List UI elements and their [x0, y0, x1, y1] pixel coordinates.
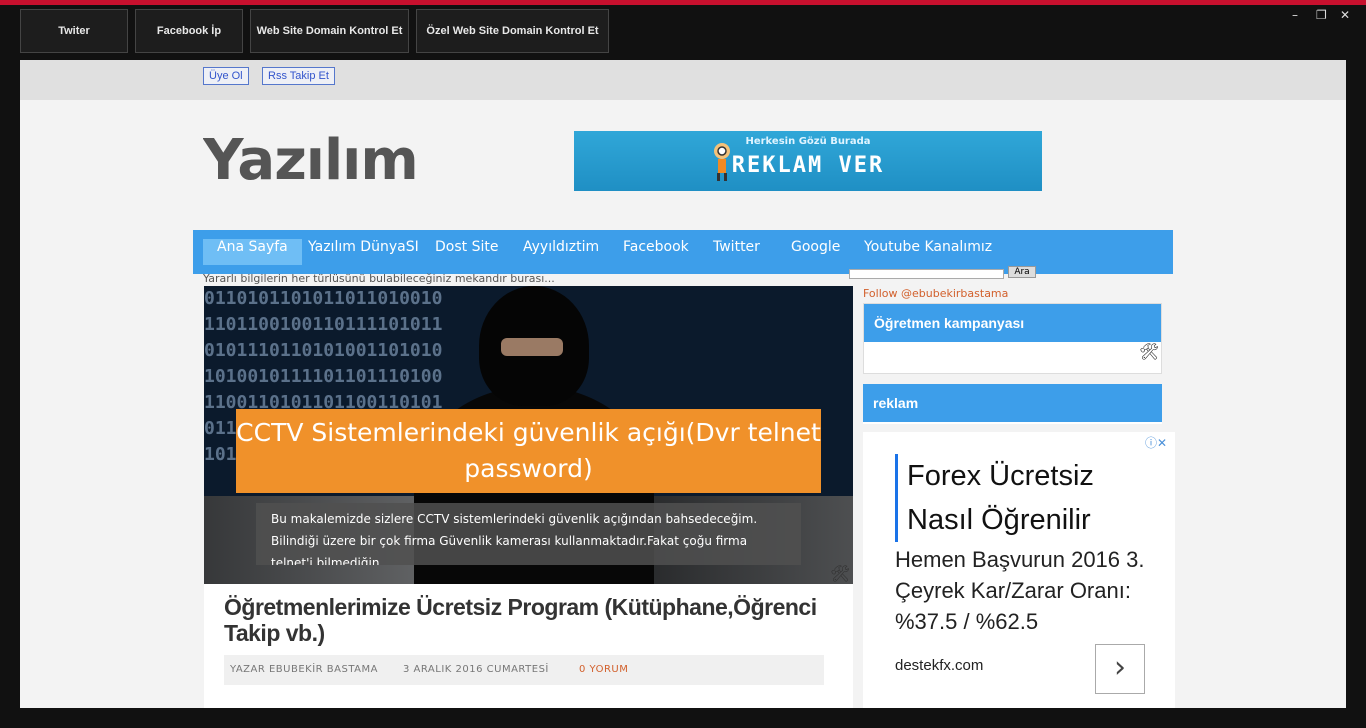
close-icon[interactable]: ✕	[1340, 8, 1350, 22]
minimize-icon[interactable]: –	[1292, 8, 1298, 22]
forex-ad[interactable]: ⓘ✕ Forex Ücretsiz Nasıl Öğrenilir Hemen …	[863, 432, 1175, 708]
nav-item-youtube[interactable]: Youtube Kanalımız	[864, 239, 992, 265]
domain-check-button[interactable]: Web Site Domain Kontrol Et	[250, 9, 409, 53]
slider-image-hacker-eyes	[501, 338, 563, 356]
widget-header-teacher-campaign: Öğretmen kampanyası	[864, 304, 1161, 342]
ad-body: Hemen Başvurun 2016 3. Çeyrek Kar/Zarar …	[895, 547, 1145, 634]
ad-banner-big-text: REKLAM VER	[731, 153, 885, 178]
post-meta: YAZAR EBUBEKİR BASTAMA 3 ARALIK 2016 CUM…	[224, 655, 824, 685]
post-author[interactable]: YAZAR EBUBEKİR BASTAMA	[230, 664, 378, 675]
ad-domain[interactable]: destekfx.com	[895, 657, 983, 674]
private-domain-check-button[interactable]: Özel Web Site Domain Kontrol Et	[416, 9, 609, 53]
ad-banner-small-text: Herkesin Gözü Burada	[745, 136, 871, 147]
widget-header-advert: reklam	[863, 384, 1162, 422]
nav-item-google[interactable]: Google	[791, 239, 840, 265]
widget-advert: reklam	[863, 384, 1162, 424]
restore-icon[interactable]: ❐	[1316, 8, 1327, 22]
nav-item-software-world[interactable]: Yazılım DünyaSI	[308, 239, 419, 265]
rss-link[interactable]: Rss Takip Et	[262, 67, 335, 85]
nav-item-home[interactable]: Ana Sayfa	[203, 239, 302, 265]
follow-link[interactable]: Follow @ebubekirbastama	[863, 287, 1008, 300]
tools-icon[interactable]: 🛠	[830, 564, 850, 583]
site-tagline: Yararlı bilgilerin her türlüsünü bulabil…	[203, 272, 555, 285]
register-link[interactable]: Üye Ol	[203, 67, 249, 85]
ad-arrow-icon[interactable]: ›	[1095, 644, 1145, 694]
twitter-button[interactable]: Twiter	[20, 9, 128, 53]
site-title[interactable]: Yazılım Eğitim	[203, 118, 533, 218]
nav-item-ayyildiztim[interactable]: Ayyıldıztim	[523, 239, 599, 265]
featured-slider[interactable]: 0110101101011011010010 11011001001101111…	[204, 286, 853, 584]
ad-banner[interactable]: Herkesin Gözü Burada REKLAM VER	[574, 131, 1042, 191]
widget-teacher-campaign: Öğretmen kampanyası 🛠	[863, 303, 1162, 374]
adchoices-icon[interactable]: ⓘ✕	[1145, 434, 1167, 451]
nav-item-twitter[interactable]: Twitter	[713, 239, 760, 265]
slide-title[interactable]: CCTV Sistemlerindeki güvenlik açığı(Dvr …	[236, 409, 821, 493]
facebook-ip-button[interactable]: Facebook İp	[135, 9, 243, 53]
slide-excerpt: Bu makalemizde sizlere CCTV sistemlerind…	[256, 503, 801, 565]
post-date: 3 ARALIK 2016 CUMARTESİ	[403, 664, 549, 675]
nav-item-facebook[interactable]: Facebook	[623, 239, 689, 265]
nav-item-friend-site[interactable]: Dost Site	[435, 239, 498, 265]
blog-topbar: Üye Ol Rss Takip Et	[20, 60, 1346, 100]
ad-headline[interactable]: Forex Ücretsiz Nasıl Öğrenilir	[895, 454, 1167, 542]
post-title[interactable]: Öğretmenlerimize Ücretsiz Program (Kütüp…	[224, 594, 824, 646]
browser-viewport: Üye Ol Rss Takip Et Yazılım Eğitim Herke…	[20, 60, 1346, 708]
search-button[interactable]: Ara	[1008, 266, 1036, 278]
search-input[interactable]	[849, 269, 1004, 279]
post-card: Öğretmenlerimize Ücretsiz Program (Kütüp…	[204, 584, 853, 708]
widget-tools-icon[interactable]: 🛠	[1139, 342, 1159, 361]
post-comments[interactable]: 0 YORUM	[579, 664, 628, 675]
window-accent-bar	[0, 0, 1366, 5]
